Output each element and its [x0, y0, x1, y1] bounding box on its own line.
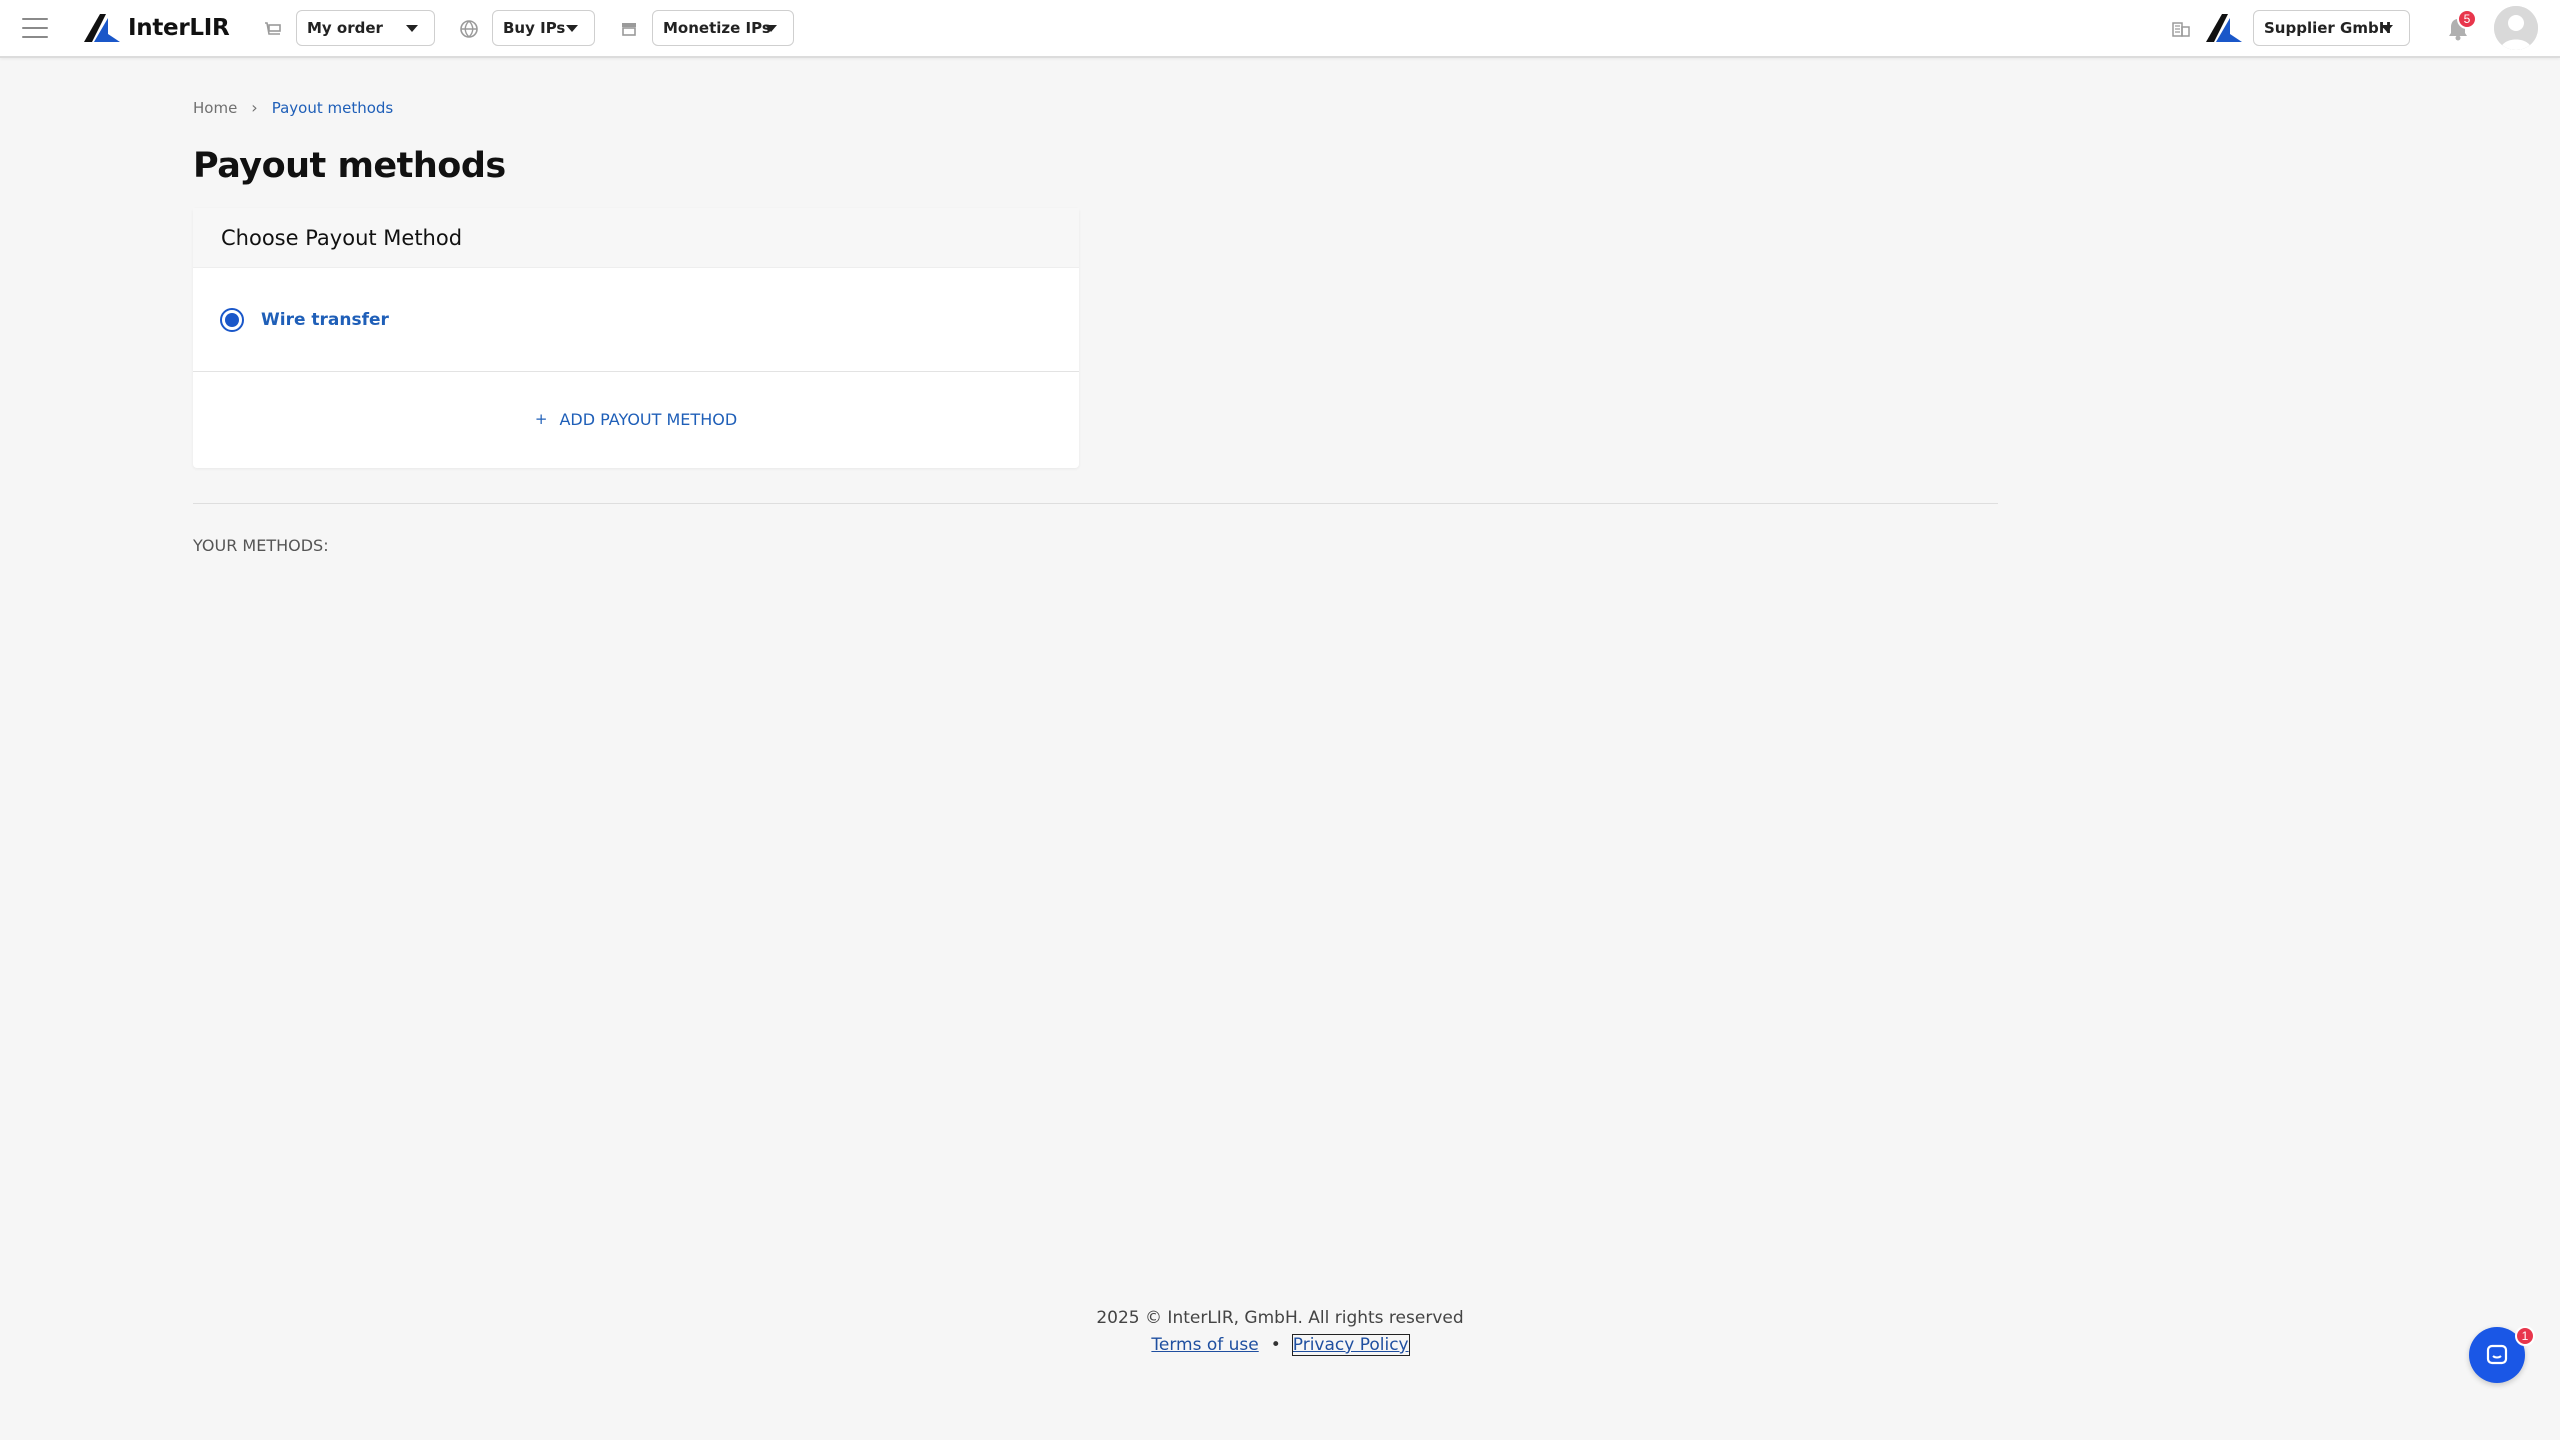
card-header: Choose Payout Method: [193, 208, 1079, 268]
payout-method-option[interactable]: Wire transfer: [193, 268, 1079, 372]
section-divider: [193, 503, 1998, 504]
footer-separator: •: [1270, 1335, 1281, 1355]
cart-icon: [265, 22, 281, 35]
radio-button-selected[interactable]: [220, 307, 244, 332]
chevron-right-icon: ›: [251, 98, 258, 117]
company-logo-icon: [2206, 14, 2242, 42]
store-icon: [622, 23, 636, 36]
user-avatar-icon: [2494, 6, 2538, 50]
my-order-label: My order: [307, 19, 383, 37]
chat-icon: [2486, 1344, 2508, 1365]
hamburger-icon[interactable]: [22, 18, 48, 40]
monetize-ips-label: Monetize IPs: [663, 19, 771, 37]
company-label: Supplier GmbH: [2264, 19, 2392, 37]
chevron-down-icon: [406, 25, 418, 32]
logo-text: InterLIR: [128, 15, 230, 41]
chevron-down-icon: [2381, 25, 2393, 32]
top-navigation-bar: InterLIR My order Buy IPs Monetize IPs S…: [0, 0, 2560, 58]
notification-badge: 5: [2457, 9, 2477, 29]
privacy-policy-link[interactable]: Privacy Policy: [1291, 1334, 1410, 1356]
monetize-ips-dropdown[interactable]: Monetize IPs: [652, 10, 794, 46]
company-dropdown[interactable]: Supplier GmbH: [2253, 10, 2410, 46]
breadcrumb: Home › Payout methods: [193, 98, 393, 117]
page-title: Payout methods: [193, 146, 506, 186]
buy-ips-label: Buy IPs: [503, 19, 566, 37]
globe-icon: [460, 20, 478, 38]
chat-badge: 1: [2515, 1326, 2535, 1346]
avatar[interactable]: [2494, 6, 2538, 50]
interlir-logo-icon: [84, 14, 120, 42]
payout-method-label: Wire transfer: [261, 309, 389, 330]
chevron-down-icon: [765, 25, 777, 32]
payout-method-card: Choose Payout Method Wire transfer + ADD…: [193, 208, 1079, 468]
breadcrumb-home-link[interactable]: Home: [193, 99, 237, 117]
add-payout-method-button[interactable]: + ADD PAYOUT METHOD: [193, 372, 1079, 466]
terms-of-use-link[interactable]: Terms of use: [1151, 1335, 1258, 1355]
your-methods-heading: YOUR METHODS:: [193, 536, 329, 555]
plus-icon: +: [534, 410, 548, 428]
breadcrumb-current[interactable]: Payout methods: [272, 99, 394, 117]
add-payout-method-label: ADD PAYOUT METHOD: [559, 409, 738, 429]
logo[interactable]: InterLIR: [84, 12, 230, 44]
chevron-down-icon: [566, 25, 578, 32]
building-icon: [2172, 22, 2190, 37]
footer-copyright: 2025 © InterLIR, GmbH. All rights reserv…: [1096, 1308, 1464, 1328]
my-order-dropdown[interactable]: My order: [296, 10, 435, 46]
buy-ips-dropdown[interactable]: Buy IPs: [492, 10, 595, 46]
radio-dot: [225, 312, 239, 327]
footer-links: Terms of use • Privacy Policy: [0, 1334, 2560, 1356]
